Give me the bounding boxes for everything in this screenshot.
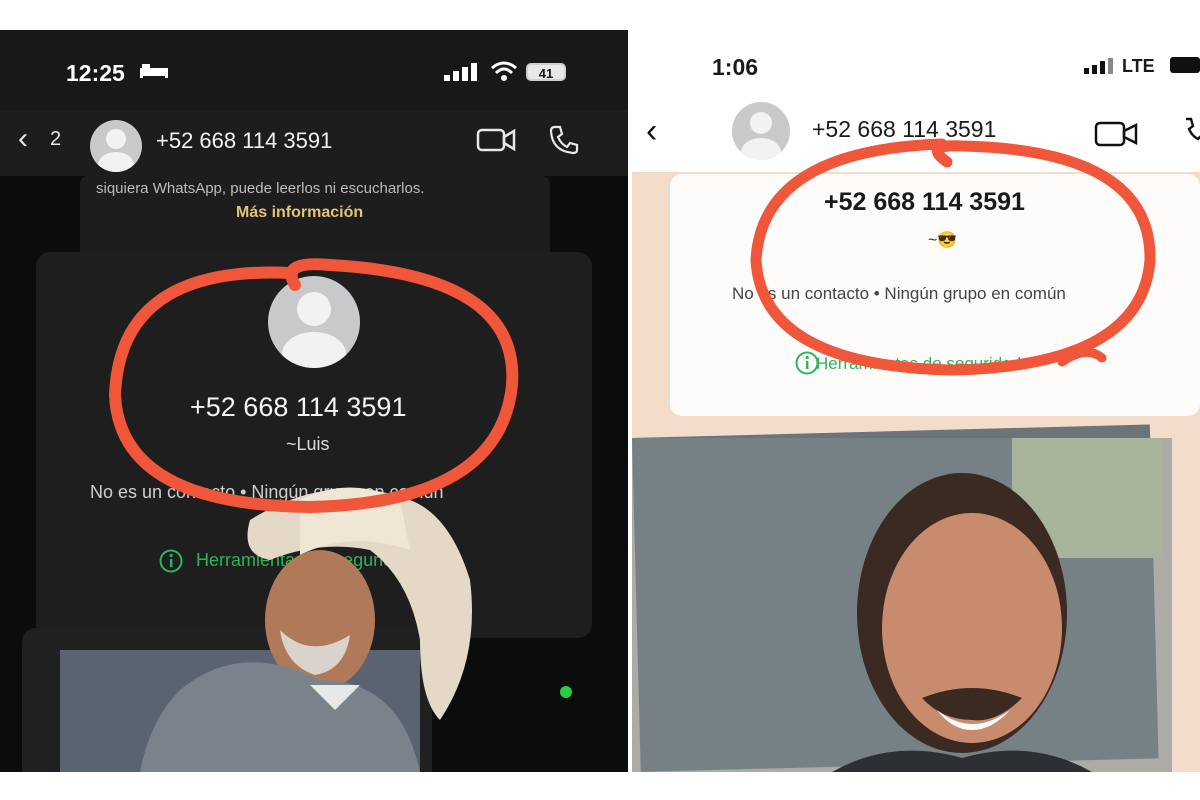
header-phone-number[interactable]: +52 668 114 3591 [156, 128, 332, 154]
encryption-notice-text: siquiera WhatsApp, puede leerlos ni escu… [96, 180, 425, 197]
status-time: 12:25 [66, 60, 125, 86]
video-call-icon[interactable] [476, 126, 516, 154]
right-screenshot: 1:06 LTE ‹ +52 668 114 3591 +52 668 114 … [632, 30, 1200, 772]
voice-call-icon[interactable] [1180, 116, 1200, 150]
signal-icon [1084, 58, 1113, 74]
more-info-link[interactable]: Más información [236, 204, 363, 222]
left-screenshot: 12:25 41 ‹ 2 +52 668 114 3591 siquiera W… [0, 30, 628, 772]
bed-icon [140, 64, 168, 78]
back-icon[interactable]: ‹ [18, 124, 28, 154]
signal-icon [444, 63, 477, 81]
highlight-circle [108, 258, 519, 514]
voice-call-icon[interactable] [548, 124, 580, 156]
smiling-man-photo [632, 438, 1172, 772]
battery-indicator: 41 [526, 63, 566, 81]
back-icon[interactable]: ‹ [646, 114, 657, 148]
highlight-circle [750, 138, 1156, 376]
network-type: LTE [1122, 56, 1155, 76]
status-time: 1:06 [712, 54, 759, 80]
battery-indicator [1170, 57, 1200, 73]
avatar[interactable] [90, 120, 142, 172]
online-indicator [560, 686, 572, 698]
unread-count[interactable]: 2 [50, 128, 61, 151]
wifi-icon [491, 61, 517, 81]
